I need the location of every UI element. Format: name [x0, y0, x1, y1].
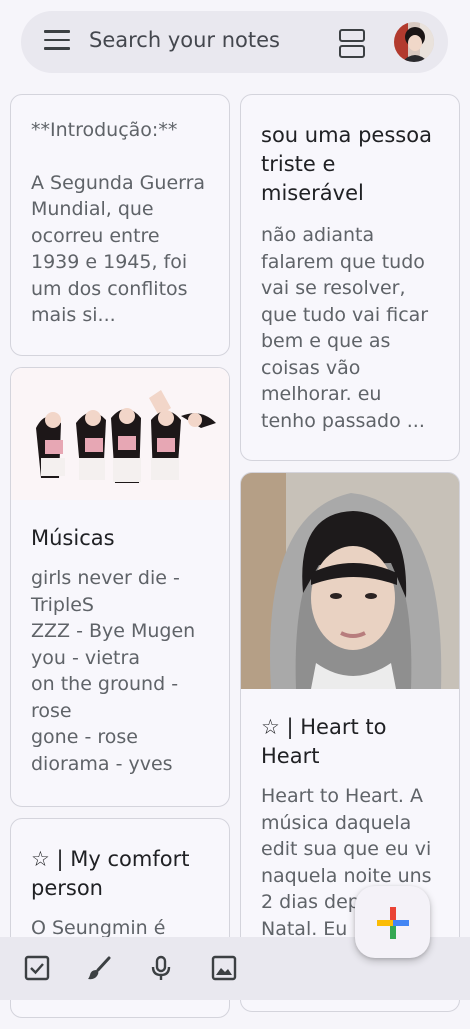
note-title: ☆ | Heart to Heart [261, 715, 387, 768]
menu-icon[interactable] [44, 30, 70, 54]
image-icon[interactable] [210, 954, 238, 982]
plus-icon [377, 907, 409, 939]
note-body: não adianta falarem que tudo vai se reso… [261, 224, 429, 432]
note-body: girls never die - TripleS ZZZ - Bye Muge… [31, 567, 196, 775]
note-image [11, 368, 229, 500]
new-note-button[interactable] [355, 886, 430, 958]
note-card[interactable]: Músicas girls never die - TripleS ZZZ - … [10, 367, 230, 807]
search-placeholder[interactable]: Search your notes [89, 28, 280, 52]
note-image [241, 473, 459, 689]
note-title: ☆ | My comfort person [31, 847, 190, 900]
brush-icon[interactable] [85, 954, 113, 982]
search-bar[interactable]: Search your notes [21, 11, 448, 73]
note-title: Músicas [31, 526, 115, 550]
note-card[interactable]: **Introdução:** A Segunda Guerra Mundial… [10, 94, 230, 356]
note-heading: **Introdução:** [31, 119, 178, 141]
note-card[interactable]: sou uma pessoa triste e miserável não ad… [240, 94, 460, 461]
notes-column-right: sou uma pessoa triste e miserável não ad… [240, 94, 460, 1023]
note-title: sou uma pessoa triste e miserável [261, 123, 432, 205]
checkbox-icon[interactable] [23, 954, 51, 982]
note-body: A Segunda Guerra Mundial, que ocorreu en… [31, 171, 206, 327]
mic-icon[interactable] [147, 954, 175, 982]
view-layout-icon[interactable] [339, 29, 365, 58]
avatar[interactable] [394, 22, 434, 62]
notes-column-left: **Introdução:** A Segunda Guerra Mundial… [10, 94, 230, 1029]
